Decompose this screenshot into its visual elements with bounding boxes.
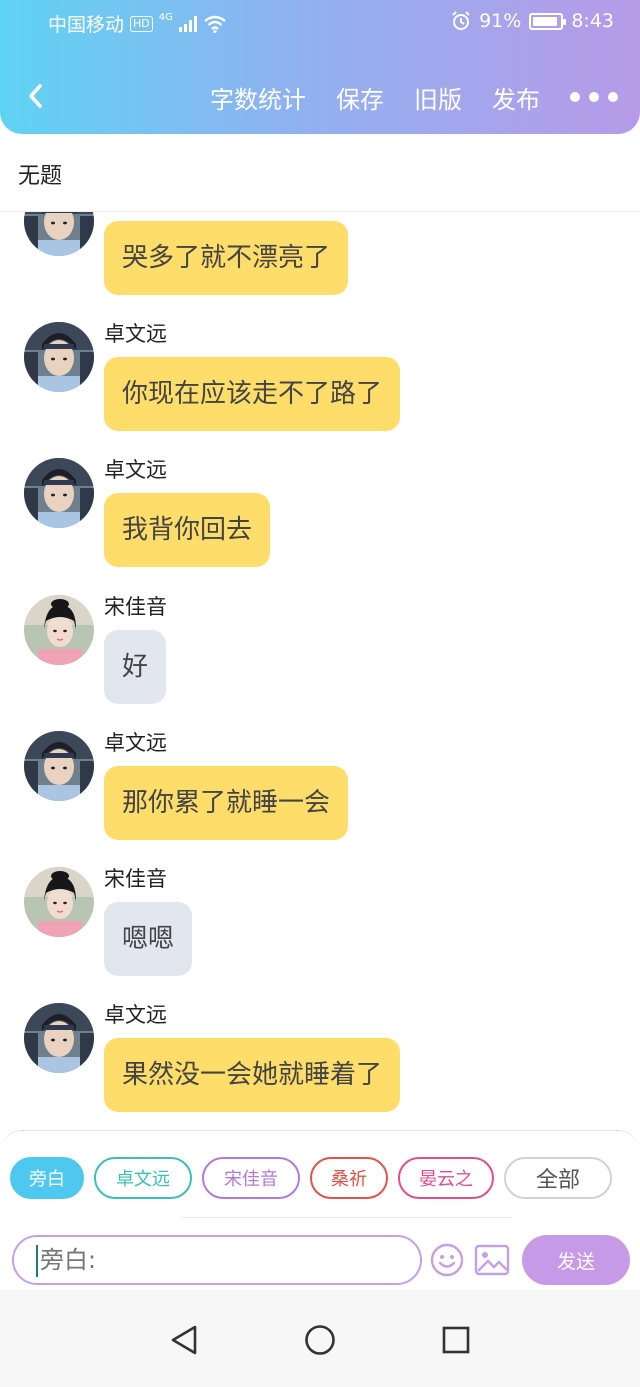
message-bubble[interactable]: 果然没一会她就睡着了 (104, 1038, 401, 1112)
chevron-left-icon[interactable] (18, 78, 54, 114)
message-bubble[interactable]: 那你累了就睡一会 (104, 766, 349, 840)
network-label: 4G (158, 12, 173, 23)
battery-icon (529, 12, 567, 30)
role-chip-songjiayin[interactable]: 宋佳音 (202, 1157, 300, 1199)
sender-name: 卓文远 (104, 322, 167, 346)
sender-name: 卓文远 (104, 731, 167, 755)
battery-fill (533, 16, 558, 26)
avatar-male[interactable] (24, 458, 94, 528)
role-selector: 旁白 卓文远 宋佳音 桑祈 晏云之 全部 (10, 1157, 612, 1199)
smiley-icon[interactable] (430, 1243, 464, 1277)
sender-name: 卓文远 (104, 1003, 167, 1027)
send-button[interactable]: 发送 (522, 1235, 630, 1285)
message-bubble[interactable]: 我背你回去 (104, 493, 271, 567)
text-cursor (36, 1245, 38, 1277)
role-chip-yanyunzhi[interactable]: 晏云之 (398, 1157, 494, 1199)
triangle-back-icon[interactable] (164, 1320, 204, 1360)
clock: 8:43 (571, 10, 614, 32)
avatar-male[interactable] (24, 731, 94, 801)
message-bubble[interactable]: 你现在应该走不了路了 (104, 357, 401, 431)
divider (182, 1217, 512, 1218)
status-right: 91% 8:43 (451, 10, 614, 32)
sender-name: 卓文远 (104, 458, 167, 482)
message-bubble[interactable]: 好 (104, 630, 167, 704)
alarm-icon (452, 11, 470, 30)
hd-badge: HD (130, 15, 153, 32)
publish-button[interactable]: 发布 (492, 80, 540, 115)
status-left: 中国移动 HD 4G (48, 10, 227, 37)
sender-name: 宋佳音 (104, 595, 167, 619)
header: 中国移动 HD 4G 91% 8:43 字数统计 保存 旧版 发布 (0, 0, 640, 134)
toolbar-actions: 字数统计 保存 旧版 发布 (180, 70, 640, 124)
signal-icon (178, 15, 197, 32)
avatar-female[interactable] (24, 867, 94, 937)
message-bubble[interactable]: 嗯嗯 (104, 902, 193, 976)
app-root: 中国移动 HD 4G 91% 8:43 字数统计 保存 旧版 发布 无题 哭多了… (0, 0, 640, 1387)
old-version-button[interactable]: 旧版 (414, 80, 462, 115)
more-horizontal-icon[interactable] (570, 92, 618, 102)
word-count-button[interactable]: 字数统计 (210, 80, 306, 115)
avatar-female[interactable] (24, 595, 94, 665)
document-title-bar[interactable]: 无题 (0, 134, 640, 212)
avatar-male[interactable] (24, 212, 94, 256)
role-chip-all[interactable]: 全部 (504, 1157, 612, 1199)
chat-list[interactable]: 哭多了就不漂亮了 卓文远 你现在应该走不了路了 卓文远 我背你回去 宋佳音 好 … (0, 212, 640, 1130)
carrier-label: 中国移动 (48, 14, 125, 36)
document-title: 无题 (18, 164, 63, 189)
toolbar: 字数统计 保存 旧版 发布 (0, 70, 640, 124)
role-chip-narrator[interactable]: 旁白 (10, 1157, 84, 1199)
sender-name: 宋佳音 (104, 867, 167, 891)
avatar-male[interactable] (24, 1003, 94, 1073)
message-input[interactable] (12, 1235, 422, 1285)
wifi-icon (204, 15, 226, 33)
message-bubble[interactable]: 哭多了就不漂亮了 (104, 221, 349, 295)
system-nav-bar (0, 1290, 640, 1387)
circle-home-icon[interactable] (300, 1320, 340, 1360)
image-icon[interactable] (474, 1244, 510, 1276)
save-button[interactable]: 保存 (336, 80, 384, 115)
avatar-male[interactable] (24, 322, 94, 392)
square-recents-icon[interactable] (436, 1320, 476, 1360)
input-panel: 旁白 卓文远 宋佳音 桑祈 晏云之 全部 发送 (0, 1130, 640, 1290)
status-bar: 中国移动 HD 4G 91% 8:43 (0, 0, 640, 44)
battery-percent: 91% (479, 10, 522, 32)
role-chip-zhuowenyuan[interactable]: 卓文远 (94, 1157, 192, 1199)
role-chip-sangqi[interactable]: 桑祈 (310, 1157, 388, 1199)
